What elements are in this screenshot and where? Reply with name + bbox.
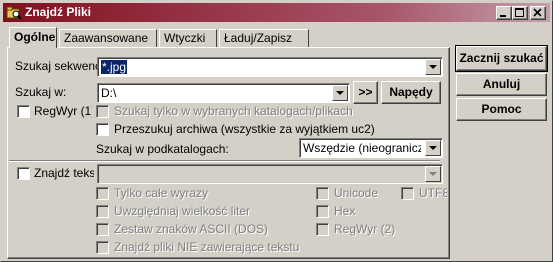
search-for-value: *.jpg (101, 60, 128, 74)
window-title: Znajdź Pliki (25, 5, 92, 19)
find-text-label: Znajdź tekst: (34, 166, 94, 180)
not-containing-label: Znajdź pliki NIE zawierające tekstu (114, 240, 300, 254)
tab-general[interactable]: Ogólne (9, 27, 57, 48)
find-text-field[interactable] (97, 164, 443, 184)
archives-label: Przeszukuj archiwa (wszystkie za wyjątki… (114, 122, 375, 136)
selected-only-label: Szukaj tylko w wybranych katalogach/plik… (114, 104, 353, 118)
archives-checkbox[interactable] (96, 123, 109, 136)
maximize-icon (515, 8, 524, 17)
case-checkbox[interactable] (96, 205, 109, 218)
title-bar[interactable]: Znajdź Pliki (3, 3, 550, 22)
selected-only-checkbox[interactable] (96, 105, 109, 118)
ascii-checkbox[interactable] (96, 223, 109, 236)
search-in-label: Szukaj w: (15, 85, 67, 99)
find-text-checkbox[interactable] (17, 167, 30, 180)
search-for-field[interactable]: *.jpg (97, 57, 443, 77)
tab-advanced[interactable]: Zaawansowane (59, 29, 157, 47)
chevron-down-icon (429, 172, 437, 176)
unicode-label: Unicode (334, 186, 379, 200)
whole-words-label: Tylko całe wyrazy (114, 186, 209, 200)
search-in-value: D:\ (101, 86, 117, 100)
ascii-label: Zestaw znaków ASCII (DOS) (114, 222, 269, 236)
regex1-label: RegWyr (1) (34, 104, 92, 118)
search-in-dropdown[interactable] (332, 85, 348, 101)
cancel-button[interactable]: Anuluj (456, 73, 547, 96)
regex2-label: RegWyr (2) (334, 222, 396, 236)
search-in-field[interactable]: D:\ (97, 83, 350, 103)
utf8-checkbox[interactable] (401, 187, 414, 200)
tab-plugins[interactable]: Wtyczki (159, 29, 217, 47)
unicode-checkbox[interactable] (316, 187, 329, 200)
search-for-dropdown[interactable] (425, 59, 441, 75)
whole-words-checkbox[interactable] (96, 187, 109, 200)
close-button[interactable] (530, 6, 546, 20)
search-for-label: Szukaj sekwencji: (15, 59, 97, 73)
subdirs-dropdown[interactable] (425, 140, 441, 156)
find-text-dropdown[interactable] (425, 166, 441, 182)
folder-search-icon (6, 6, 22, 20)
browse-button[interactable]: >> (353, 81, 378, 104)
tab-load-save[interactable]: Ładuj/Zapisz (219, 29, 309, 47)
maximize-button[interactable] (512, 6, 528, 20)
help-button[interactable]: Pomoc (456, 98, 547, 121)
utf8-label: UTF8 (419, 186, 447, 200)
close-icon (533, 8, 542, 17)
hex-label: Hex (334, 204, 356, 218)
drives-button[interactable]: Napędy (381, 81, 441, 104)
separator (9, 160, 440, 162)
minimize-button[interactable] (496, 6, 512, 20)
start-search-button[interactable]: Zacznij szukać (455, 45, 548, 72)
not-containing-checkbox[interactable] (96, 241, 109, 254)
chevron-down-icon (336, 91, 344, 95)
subdirs-label: Szukaj w podkatalogach: (96, 142, 229, 156)
chevron-down-icon (429, 65, 437, 69)
hex-checkbox[interactable] (316, 205, 329, 218)
subdirs-value: Wszędzie (nieograniczony) (303, 141, 421, 155)
minimize-icon (500, 15, 506, 17)
regex1-checkbox[interactable] (17, 105, 30, 118)
find-files-window: Znajdź Pliki Ogólne Zaawansowane Wtyczki… (0, 0, 553, 262)
regex2-checkbox[interactable] (316, 223, 329, 236)
case-label: Uwzględniaj wielkość liter (114, 204, 251, 218)
subdirs-select[interactable]: Wszędzie (nieograniczony) (299, 138, 443, 158)
chevron-down-icon (429, 146, 437, 150)
